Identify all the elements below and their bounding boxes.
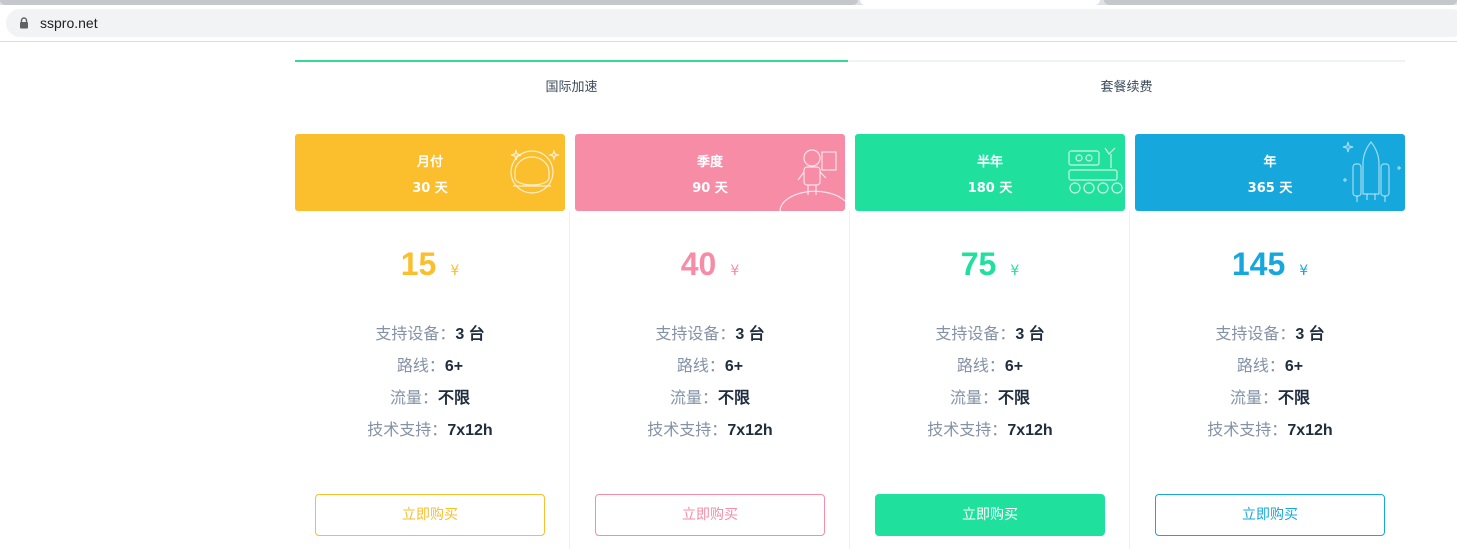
feature-value: 3 台 xyxy=(1015,326,1045,343)
feature-label: 技术支持： xyxy=(927,420,1008,439)
feature-label: 技术支持： xyxy=(1207,420,1288,439)
feature-traffic: 流量：不限 xyxy=(855,384,1125,408)
card-divider xyxy=(1129,211,1130,549)
feature-label: 路线： xyxy=(1236,356,1285,375)
tab-plan-renewal[interactable]: 套餐续费 xyxy=(848,60,1405,110)
feature-label: 支持设备： xyxy=(935,324,1016,343)
plan-header: 季度 90 天 xyxy=(575,134,845,211)
feature-support: 技术支持：7x12h xyxy=(855,416,1125,440)
feature-label: 流量： xyxy=(669,388,718,407)
address-bar-row: sspro.net xyxy=(0,5,1457,42)
feature-label: 技术支持： xyxy=(367,420,448,439)
plan-cards: 月付 30 天 15 ¥ 支持设备：3 台 路线：6+ 流量：不限 技术支持：7x… xyxy=(295,134,1405,549)
currency-symbol: ¥ xyxy=(730,263,740,279)
rocket-icon xyxy=(1342,141,1401,202)
feature-routes: 路线：6+ xyxy=(295,352,565,376)
feature-value: 7x12h xyxy=(1007,422,1053,439)
plan-header: 半年 180 天 xyxy=(855,134,1125,211)
feature-support: 技术支持：7x12h xyxy=(1135,416,1405,440)
plan-card-monthly: 月付 30 天 15 ¥ 支持设备：3 台 路线：6+ 流量：不限 技术支持：7x… xyxy=(295,134,570,549)
plan-price: 145 ¥ xyxy=(1135,246,1405,283)
plan-price: 75 ¥ xyxy=(855,246,1125,283)
feature-label: 路线： xyxy=(956,356,1005,375)
feature-support: 技术支持：7x12h xyxy=(295,416,565,440)
plan-card-yearly: 年 365 天 145 ¥ 支持设备：3 台 路线：6+ 流量：不限 技术支持：7… xyxy=(1135,134,1405,549)
feature-devices: 支持设备：3 台 xyxy=(575,320,845,344)
buy-now-button[interactable]: 立即购买 xyxy=(875,494,1105,536)
price-value: 75 xyxy=(960,246,997,282)
feature-traffic: 流量：不限 xyxy=(1135,384,1405,408)
feature-routes: 路线：6+ xyxy=(855,352,1125,376)
feature-label: 流量： xyxy=(1229,388,1278,407)
buy-now-button[interactable]: 立即购买 xyxy=(1155,494,1385,536)
lock-icon[interactable] xyxy=(16,15,32,31)
card-divider xyxy=(569,211,570,549)
rover-icon xyxy=(1068,147,1123,194)
feature-value: 不限 xyxy=(718,390,751,407)
plan-tabs: 国际加速 套餐续费 xyxy=(295,60,1405,108)
feature-label: 流量： xyxy=(389,388,438,407)
feature-value: 6+ xyxy=(1284,358,1304,375)
feature-support: 技术支持：7x12h xyxy=(575,416,845,440)
feature-devices: 支持设备：3 台 xyxy=(855,320,1125,344)
feature-value: 6+ xyxy=(1004,358,1024,375)
feature-traffic: 流量：不限 xyxy=(295,384,565,408)
plan-card-half-year: 半年 180 天 75 ¥ 支持设备：3 台 路线：6+ 流量：不限 技术支持：7… xyxy=(855,134,1130,549)
plan-price: 15 ¥ xyxy=(295,246,565,283)
feature-label: 支持设备： xyxy=(375,324,456,343)
feature-value: 6+ xyxy=(724,358,744,375)
tab-international-acceleration[interactable]: 国际加速 xyxy=(295,60,848,110)
feature-traffic: 流量：不限 xyxy=(575,384,845,408)
feature-value: 7x12h xyxy=(447,422,493,439)
feature-value: 不限 xyxy=(998,390,1031,407)
feature-routes: 路线：6+ xyxy=(1135,352,1405,376)
feature-value: 6+ xyxy=(444,358,464,375)
tab-label: 套餐续费 xyxy=(1100,80,1153,95)
feature-label: 技术支持： xyxy=(647,420,728,439)
buy-now-button[interactable]: 立即购买 xyxy=(315,494,545,536)
price-value: 145 xyxy=(1231,246,1286,282)
feature-label: 支持设备： xyxy=(1215,324,1296,343)
price-value: 15 xyxy=(400,246,437,282)
feature-devices: 支持设备：3 台 xyxy=(295,320,565,344)
feature-value: 3 台 xyxy=(735,326,765,343)
feature-label: 支持设备： xyxy=(655,324,736,343)
feature-value: 3 台 xyxy=(455,326,485,343)
card-divider xyxy=(849,211,850,549)
feature-devices: 支持设备：3 台 xyxy=(1135,320,1405,344)
feature-value: 不限 xyxy=(1278,390,1311,407)
plan-header: 年 365 天 xyxy=(1135,134,1405,211)
plan-card-quarterly: 季度 90 天 40 ¥ 支持设备：3 台 路线：6+ 流量：不限 技术支持：7x… xyxy=(575,134,850,549)
currency-symbol: ¥ xyxy=(1299,263,1309,279)
feature-label: 路线： xyxy=(676,356,725,375)
feature-value: 7x12h xyxy=(1287,422,1333,439)
feature-label: 流量： xyxy=(949,388,998,407)
astronaut-icon xyxy=(779,149,845,211)
currency-symbol: ¥ xyxy=(450,263,460,279)
buy-now-button[interactable]: 立即购买 xyxy=(595,494,825,536)
feature-label: 路线： xyxy=(396,356,445,375)
astronaut-helmet-icon xyxy=(510,149,560,194)
address-bar[interactable]: sspro.net xyxy=(6,9,1457,37)
url-text[interactable]: sspro.net xyxy=(40,15,98,31)
feature-routes: 路线：6+ xyxy=(575,352,845,376)
feature-value: 7x12h xyxy=(727,422,773,439)
feature-value: 不限 xyxy=(438,390,471,407)
plan-price: 40 ¥ xyxy=(575,246,845,283)
tab-label: 国际加速 xyxy=(545,80,598,95)
currency-symbol: ¥ xyxy=(1010,263,1020,279)
plan-header: 月付 30 天 xyxy=(295,134,565,211)
price-value: 40 xyxy=(680,246,717,282)
feature-value: 3 台 xyxy=(1295,326,1325,343)
